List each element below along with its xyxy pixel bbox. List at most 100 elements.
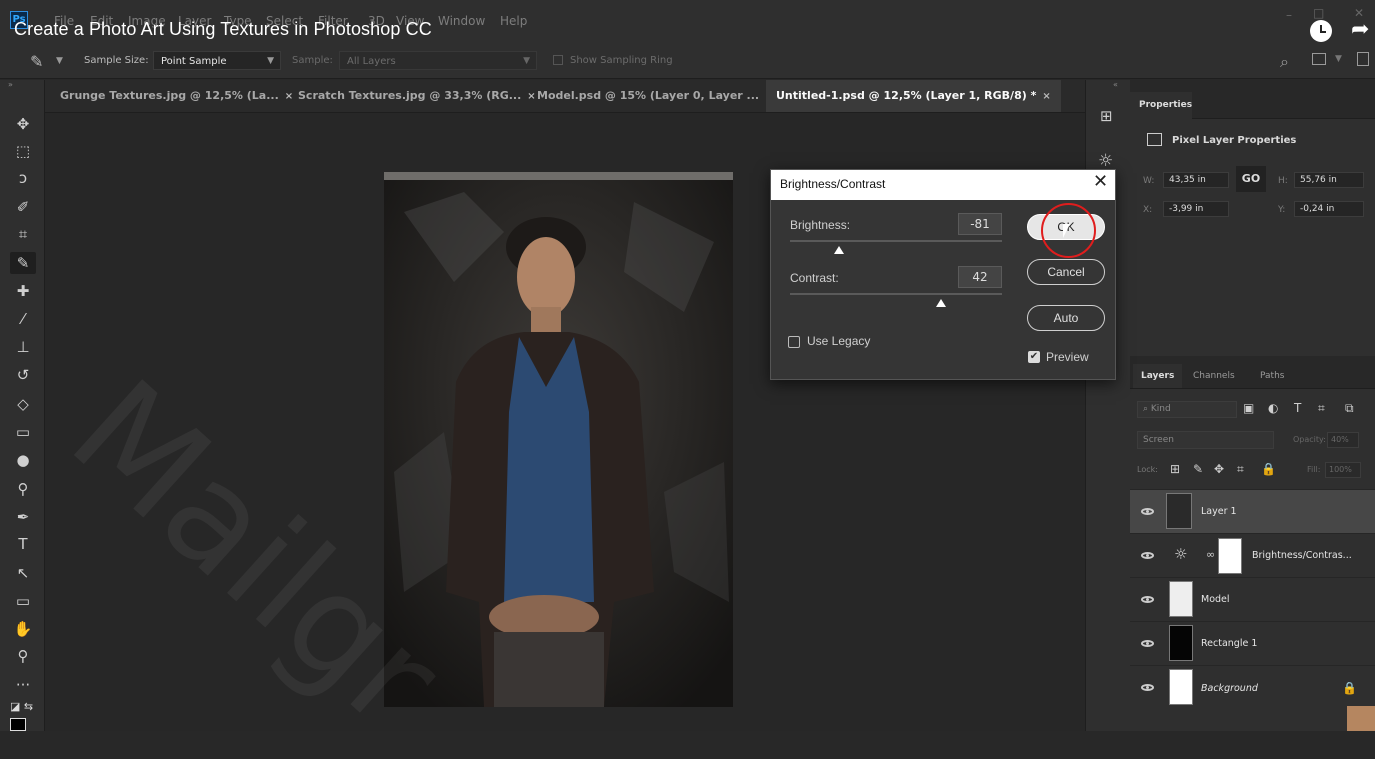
visibility-eye-icon[interactable] (1141, 640, 1154, 647)
tab-paths[interactable]: Paths (1252, 364, 1292, 388)
hand-tool-icon[interactable]: ✋ (10, 618, 36, 640)
crop-tool-icon[interactable]: ⌗ (10, 223, 36, 245)
tab-properties[interactable]: Properties (1130, 92, 1192, 119)
sample-size-select[interactable]: Point Sample ▼ (153, 51, 281, 70)
brush-tool-icon[interactable]: ⁄ (10, 308, 36, 330)
lock-transparent-icon[interactable]: ⊞ (1170, 462, 1180, 476)
rectangle-tool-icon[interactable]: ▭ (10, 590, 36, 612)
menu-help[interactable]: Help (500, 14, 527, 28)
collapse-panel-icon[interactable]: » (8, 80, 13, 89)
contrast-slider-track[interactable] (790, 293, 1002, 295)
filter-smart-object-icon[interactable]: ⧉ (1345, 401, 1354, 416)
stamp-tool-icon[interactable]: ⊥ (10, 336, 36, 358)
share-arrow-icon[interactable]: ➦ (1351, 17, 1369, 42)
share-document-icon[interactable] (1357, 52, 1369, 66)
tab-model[interactable]: Model.psd @ 15% (Layer 0, Layer ...× (527, 80, 783, 112)
workspace-icon[interactable] (1312, 53, 1326, 65)
move-tool-icon[interactable]: ✥ (10, 113, 36, 135)
height-label: H: (1278, 176, 1288, 186)
link-dimensions-icon[interactable]: GO (1236, 166, 1266, 192)
chevron-down-icon[interactable]: ▼ (1335, 54, 1342, 64)
lock-image-icon[interactable]: ✎ (1193, 462, 1203, 476)
foreground-color-swatch[interactable] (10, 718, 26, 731)
layer-thumbnail (1169, 581, 1193, 617)
lock-position-icon[interactable]: ✥ (1214, 462, 1224, 476)
brightness-slider-track[interactable] (790, 240, 1002, 242)
sample-value: All Layers (347, 56, 396, 67)
layer-name: Background (1201, 683, 1258, 694)
layer-kind-filter[interactable]: ⌕ Kind (1137, 401, 1237, 418)
eyedropper-tool-icon[interactable]: ✎ (10, 252, 36, 274)
gradient-tool-icon[interactable]: ▭ (10, 421, 36, 443)
maximize-icon[interactable]: □ (1313, 6, 1324, 20)
layer-thumbnail (1169, 625, 1193, 661)
height-field[interactable]: 55,76 in (1294, 172, 1364, 188)
brightness-slider-thumb[interactable] (833, 246, 844, 254)
filter-type-icon[interactable]: T (1294, 401, 1301, 415)
visibility-eye-icon[interactable] (1141, 552, 1154, 559)
path-selection-tool-icon[interactable]: ↖ (10, 562, 36, 584)
eyedropper-tool-icon[interactable]: ✎ (30, 52, 43, 71)
tab-grunge-textures[interactable]: Grunge Textures.jpg @ 12,5% (La... × (50, 80, 303, 112)
cancel-button[interactable]: Cancel (1027, 259, 1105, 285)
filter-shape-icon[interactable]: ⌗ (1318, 401, 1325, 416)
minimize-icon[interactable]: – (1286, 8, 1292, 22)
fill-label: Fill: (1307, 465, 1321, 474)
filter-pixel-icon[interactable]: ▣ (1243, 401, 1254, 415)
y-field[interactable]: -0,24 in (1294, 201, 1364, 217)
close-tab-icon[interactable]: × (1042, 91, 1050, 102)
layer-row[interactable]: Background (1130, 665, 1375, 710)
filter-adjustment-icon[interactable]: ◐ (1268, 401, 1278, 415)
show-sampling-ring-label: Show Sampling Ring (570, 55, 673, 66)
lock-all-icon[interactable]: 🔒 (1261, 462, 1276, 476)
marquee-tool-icon[interactable]: ⬚ (10, 140, 36, 162)
blend-mode-select[interactable]: Screen (1137, 431, 1274, 449)
dialog-title: Brightness/Contrast (780, 177, 886, 191)
watch-later-icon[interactable] (1310, 20, 1332, 42)
history-panel-icon[interactable]: ⊞ (1100, 107, 1113, 125)
pen-tool-icon[interactable]: ✒ (10, 506, 36, 528)
quick-select-tool-icon[interactable]: ✐ (10, 196, 36, 218)
chevron-down-icon: ▼ (523, 56, 530, 66)
sample-select[interactable]: All Layers ▼ (339, 51, 537, 70)
chevron-down-icon[interactable]: ▼ (56, 56, 63, 66)
search-icon[interactable]: ⌕ (1280, 52, 1289, 72)
swap-colors-icon[interactable]: ◪ ⇆ (10, 700, 33, 713)
visibility-eye-icon[interactable] (1141, 508, 1154, 515)
lock-artboard-icon[interactable]: ⌗ (1237, 462, 1244, 477)
tab-untitled-1[interactable]: Untitled-1.psd @ 12,5% (Layer 1, RGB/8) … (766, 80, 1061, 112)
tab-channels[interactable]: Channels (1185, 364, 1243, 388)
menu-window[interactable]: Window (438, 14, 485, 28)
show-sampling-ring-checkbox[interactable] (553, 55, 563, 65)
video-title: Create a Photo Art Using Textures in Pho… (14, 19, 432, 39)
link-icon[interactable]: ∞ (1206, 548, 1215, 561)
blur-tool-icon[interactable]: ● (10, 449, 36, 471)
opacity-field[interactable]: 40% (1327, 432, 1359, 448)
healing-brush-tool-icon[interactable]: ✚ (10, 280, 36, 302)
contrast-slider-thumb[interactable] (935, 299, 946, 307)
collapse-panel-icon[interactable]: « (1113, 80, 1118, 89)
preview-checkbox[interactable]: ✔ (1028, 351, 1040, 363)
tab-layers[interactable]: Layers (1133, 364, 1183, 388)
width-field[interactable]: 43,35 in (1163, 172, 1229, 188)
tab-scratch-textures[interactable]: Scratch Textures.jpg @ 33,3% (RG... × (288, 80, 546, 112)
contrast-input[interactable]: 42 (958, 266, 1002, 288)
layer-row[interactable] (1130, 577, 1375, 622)
history-brush-tool-icon[interactable]: ↺ (10, 364, 36, 386)
more-tools-icon[interactable]: ··· (10, 674, 36, 696)
lasso-tool-icon[interactable]: ↄ (10, 167, 36, 189)
x-field[interactable]: -3,99 in (1163, 201, 1229, 217)
layer-thumbnail (1166, 493, 1192, 529)
dodge-tool-icon[interactable]: ⚲ (10, 478, 36, 500)
zoom-tool-icon[interactable]: ⚲ (10, 645, 36, 667)
visibility-eye-icon[interactable] (1141, 596, 1154, 603)
use-legacy-checkbox[interactable] (788, 336, 800, 348)
adjustments-panel-icon[interactable]: ☼ (1098, 151, 1113, 171)
type-tool-icon[interactable]: T (10, 533, 36, 555)
auto-button[interactable]: Auto (1027, 305, 1105, 331)
eraser-tool-icon[interactable]: ◇ (10, 393, 36, 415)
close-icon[interactable]: ✕ (1093, 171, 1108, 192)
fill-field[interactable]: 100% (1325, 462, 1361, 478)
brightness-input[interactable]: -81 (958, 213, 1002, 235)
visibility-eye-icon[interactable] (1141, 684, 1154, 691)
